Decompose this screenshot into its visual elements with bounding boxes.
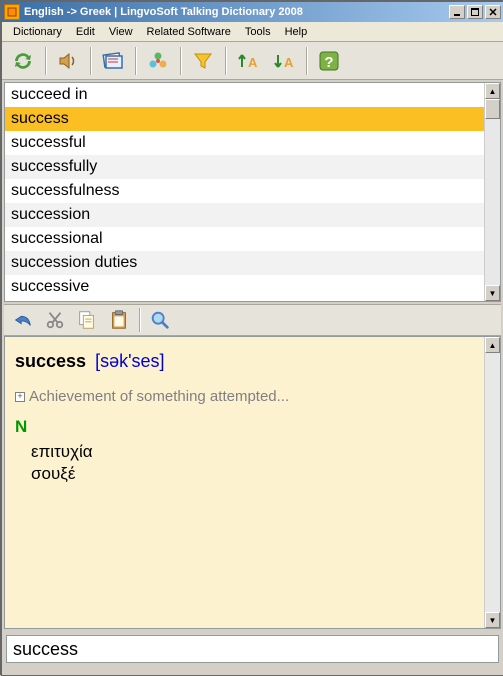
definition-heading: success [sək'ses] <box>15 351 490 372</box>
window-controls <box>447 5 501 19</box>
scrollbar[interactable]: ▲ ▼ <box>484 83 500 301</box>
search-bar <box>2 629 503 675</box>
options-button[interactable] <box>141 45 175 77</box>
menubar: Dictionary Edit View Related Software To… <box>2 22 503 42</box>
toolbar-separator <box>135 47 136 75</box>
cut-button[interactable] <box>40 306 70 334</box>
scissors-icon <box>44 309 66 331</box>
secondary-toolbar <box>4 304 501 336</box>
scroll-down-button[interactable]: ▼ <box>485 285 500 301</box>
help-icon: ? <box>317 49 341 73</box>
maximize-button[interactable] <box>467 5 483 19</box>
shapes-icon <box>146 49 170 73</box>
menu-dictionary[interactable]: Dictionary <box>6 24 69 40</box>
word-list-item[interactable]: successfulness <box>5 179 500 203</box>
search-input[interactable] <box>6 635 499 663</box>
flashcard-button[interactable] <box>96 45 130 77</box>
scrollbar[interactable]: ▲ ▼ <box>484 337 500 628</box>
word-list-panel: succeed insuccesssuccessfulsuccessfullys… <box>4 82 501 302</box>
headword: success <box>15 351 86 371</box>
speak-button[interactable] <box>51 45 85 77</box>
toolbar-separator <box>180 47 181 75</box>
paste-button[interactable] <box>104 306 134 334</box>
window-title: English -> Greek | LingvoSoft Talking Di… <box>24 6 447 18</box>
toolbar-separator <box>45 47 46 75</box>
menu-view[interactable]: View <box>102 24 140 40</box>
toolbar-separator <box>225 47 226 75</box>
toolbar-separator <box>139 308 140 332</box>
word-list-item[interactable]: successive <box>5 275 500 299</box>
sort-down-icon: A <box>272 49 296 73</box>
word-list-item[interactable]: successional <box>5 227 500 251</box>
close-button[interactable] <box>485 5 501 19</box>
card-icon <box>101 49 125 73</box>
menu-help[interactable]: Help <box>278 24 315 40</box>
expand-icon[interactable]: + <box>15 392 25 402</box>
word-list[interactable]: succeed insuccesssuccessfulsuccessfullys… <box>5 83 500 301</box>
scroll-down-button[interactable]: ▼ <box>485 612 500 628</box>
copy-icon <box>76 309 98 331</box>
word-list-item[interactable]: succession duties <box>5 251 500 275</box>
word-list-item[interactable]: successfully <box>5 155 500 179</box>
scroll-thumb[interactable] <box>485 99 500 119</box>
funnel-icon <box>191 49 215 73</box>
word-list-item[interactable]: succession <box>5 203 500 227</box>
undo-button[interactable] <box>8 306 38 334</box>
word-list-item[interactable]: success <box>5 107 500 131</box>
sort-up-icon: A <box>236 49 260 73</box>
svg-text:A: A <box>284 55 294 70</box>
translation: σουξέ <box>31 463 490 485</box>
sort-ascending-button[interactable]: A <box>231 45 265 77</box>
main-toolbar: A A ? <box>2 42 503 80</box>
part-of-speech: N <box>15 417 490 437</box>
sense-row: + Achievement of something attempted... <box>15 388 490 405</box>
definition-panel: success [sək'ses] + Achievement of somet… <box>4 336 501 629</box>
search-button[interactable] <box>145 306 175 334</box>
clipboard-icon <box>108 309 130 331</box>
help-button[interactable]: ? <box>312 45 346 77</box>
undo-icon <box>12 309 34 331</box>
pronunciation: [sək'ses] <box>95 351 164 371</box>
sort-descending-button[interactable]: A <box>267 45 301 77</box>
svg-text:A: A <box>248 55 258 70</box>
toolbar-separator <box>306 47 307 75</box>
sense-text: Achievement of something attempted... <box>29 388 289 405</box>
word-list-item[interactable]: succeed in <box>5 83 500 107</box>
scroll-up-button[interactable]: ▲ <box>485 337 500 353</box>
svg-text:?: ? <box>324 54 333 71</box>
app-icon <box>4 4 20 20</box>
refresh-button[interactable] <box>6 45 40 77</box>
translation: επιτυχία <box>31 441 490 463</box>
minimize-button[interactable] <box>449 5 465 19</box>
refresh-icon <box>11 49 35 73</box>
toolbar-separator <box>90 47 91 75</box>
titlebar: English -> Greek | LingvoSoft Talking Di… <box>2 2 503 22</box>
copy-button[interactable] <box>72 306 102 334</box>
scroll-up-button[interactable]: ▲ <box>485 83 500 99</box>
menu-tools[interactable]: Tools <box>238 24 278 40</box>
menu-related-software[interactable]: Related Software <box>140 24 238 40</box>
magnifier-icon <box>149 309 171 331</box>
menu-edit[interactable]: Edit <box>69 24 102 40</box>
word-list-item[interactable]: successful <box>5 131 500 155</box>
filter-button[interactable] <box>186 45 220 77</box>
speaker-icon <box>56 49 80 73</box>
